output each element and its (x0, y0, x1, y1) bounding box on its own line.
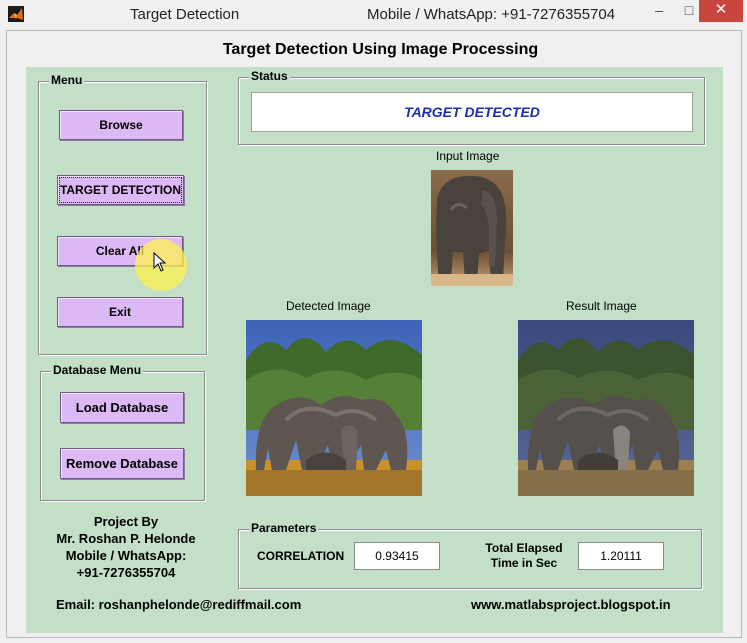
project-credits: Project By Mr. Roshan P. Helonde Mobile … (46, 513, 206, 581)
browse-button[interactable]: Browse (59, 110, 183, 140)
close-icon[interactable]: ✕ (699, 0, 743, 22)
elapsed-time-label-line-1: Total Elapsed (485, 541, 563, 555)
detected-image-label: Detected Image (286, 299, 371, 313)
minimize-icon[interactable]: – (646, 0, 672, 22)
target-detection-button[interactable]: TARGET DETECTION (57, 175, 184, 205)
load-database-button[interactable]: Load Database (60, 392, 184, 423)
menu-group: Menu Browse TARGET DETECTION Clear All E… (38, 73, 207, 355)
elapsed-time-value: 1.20111 (578, 542, 664, 570)
exit-button[interactable]: Exit (57, 297, 183, 327)
correlation-value: 0.93415 (354, 542, 440, 570)
remove-database-button[interactable]: Remove Database (60, 448, 184, 479)
status-text: TARGET DETECTED (251, 92, 693, 132)
detected-image (246, 320, 422, 496)
mouse-cursor-icon (153, 252, 167, 272)
credits-line-2: Mr. Roshan P. Helonde (56, 531, 196, 546)
result-image (518, 320, 694, 496)
elapsed-time-label: Total Elapsed Time in Sec (479, 541, 569, 571)
figure-area: Target Detection Using Image Processing … (6, 30, 742, 638)
input-image (431, 170, 513, 286)
credits-line-4: +91-7276355704 (76, 565, 176, 580)
elapsed-time-label-line-2: Time in Sec (490, 556, 558, 570)
input-image-label: Input Image (436, 149, 500, 163)
credits-line-1: Project By (93, 514, 159, 529)
parameters-group: Parameters CORRELATION 0.93415 Total Ela… (238, 521, 702, 589)
status-group-title: Status (249, 69, 290, 83)
matlab-icon (8, 6, 24, 22)
window-contact: Mobile / WhatsApp: +91-7276355704 (367, 6, 616, 23)
credits-line-3: Mobile / WhatsApp: (65, 548, 187, 563)
result-image-label: Result Image (566, 299, 637, 313)
database-menu-title: Database Menu (51, 363, 144, 377)
database-menu-group: Database Menu Load Database Remove Datab… (40, 363, 205, 501)
parameters-group-title: Parameters (249, 521, 319, 535)
main-panel: Menu Browse TARGET DETECTION Clear All E… (26, 67, 723, 633)
status-group: Status TARGET DETECTED (238, 69, 705, 145)
title-bar: Target Detection Mobile / WhatsApp: +91-… (0, 0, 747, 30)
correlation-label: CORRELATION (257, 549, 345, 563)
footer-website: www.matlabsproject.blogspot.in (471, 597, 671, 612)
footer-email: Email: roshanphelonde@rediffmail.com (56, 597, 302, 612)
page-title: Target Detection Using Image Processing (222, 41, 539, 58)
menu-group-title: Menu (49, 73, 85, 87)
window-title: Target Detection (130, 6, 240, 23)
